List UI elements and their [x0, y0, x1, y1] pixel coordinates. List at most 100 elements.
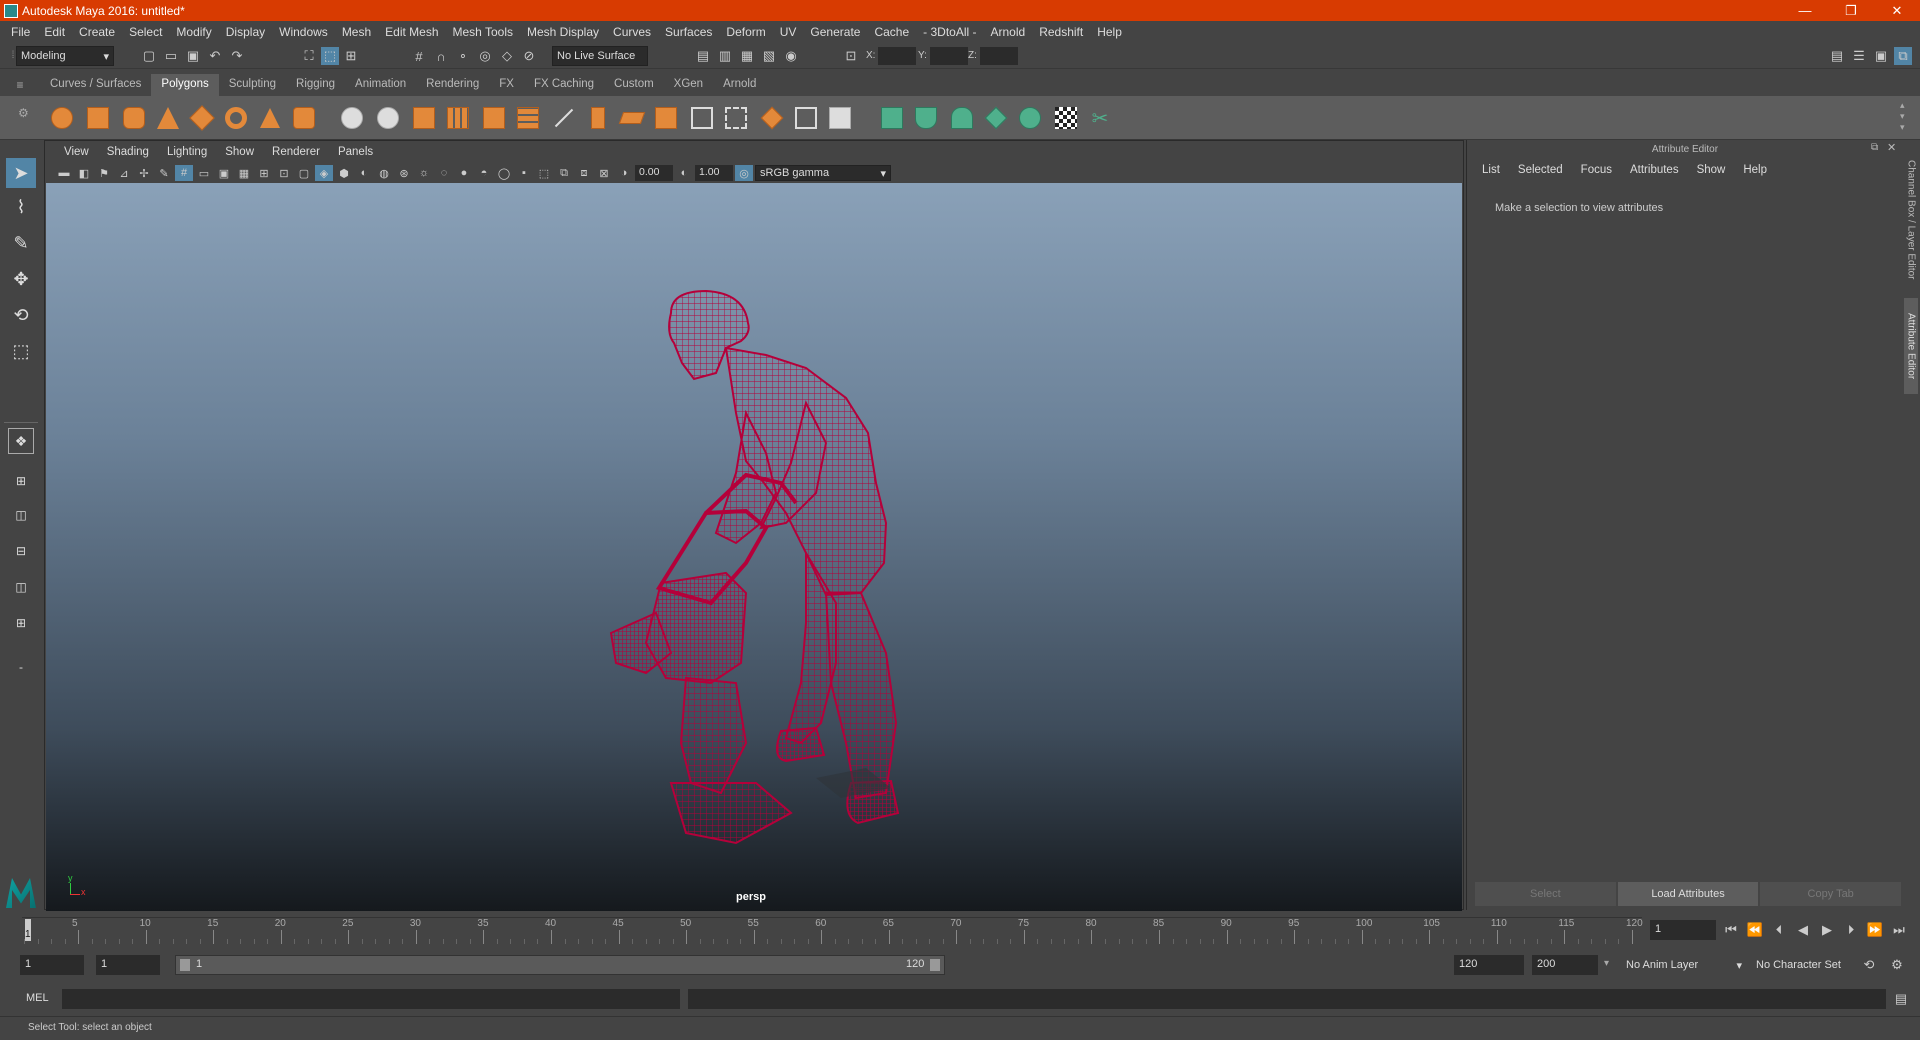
xray-icon[interactable]: ⊛ [395, 165, 413, 181]
menu-select[interactable]: Select [122, 25, 169, 39]
vp-menu-panels[interactable]: Panels [329, 146, 382, 158]
poly-pyramid-icon[interactable] [256, 104, 284, 132]
undo-icon[interactable]: ↶ [206, 47, 224, 65]
close-panel-icon[interactable]: ✕ [1887, 141, 1896, 154]
maximize-button[interactable]: ❐ [1828, 3, 1874, 19]
render-view-icon[interactable]: ▤ [694, 47, 712, 65]
select-hierarchy-icon[interactable]: ⛶ [300, 47, 318, 65]
open-scene-icon[interactable]: ▭ [162, 47, 180, 65]
gate-mask-icon[interactable]: ▦ [235, 165, 253, 181]
channel-box-icon[interactable]: ☰ [1850, 47, 1868, 65]
motion-blur-icon[interactable]: ◓ [475, 165, 493, 181]
safe-title-icon[interactable]: ▢ [295, 165, 313, 181]
shelf-tab-animation[interactable]: Animation [345, 74, 416, 96]
render-settings-icon[interactable]: ▧ [760, 47, 778, 65]
menu-uv[interactable]: UV [773, 25, 804, 39]
smooth-icon[interactable] [444, 104, 472, 132]
rotate-tool-icon[interactable]: ⟲ [6, 300, 36, 330]
y-field[interactable] [930, 47, 968, 65]
gamma-field[interactable]: 1.00 [695, 165, 733, 181]
poly-plane-icon[interactable] [188, 104, 216, 132]
camera-attributes-icon[interactable]: ◧ [75, 165, 93, 181]
color-management-icon[interactable]: ◎ [735, 165, 753, 181]
cylindrical-map-icon[interactable] [912, 104, 940, 132]
menu-create[interactable]: Create [72, 25, 122, 39]
fill-hole-icon[interactable] [652, 104, 680, 132]
poly-sphere-icon[interactable] [48, 104, 76, 132]
z-field[interactable] [980, 47, 1018, 65]
wireframe-on-shaded-icon[interactable]: ◍ [375, 165, 393, 181]
play-forward-icon[interactable]: ▶ [1818, 921, 1836, 939]
select-component-icon[interactable]: ⊞ [342, 47, 360, 65]
separate-icon[interactable] [374, 104, 402, 132]
smooth-shade-icon[interactable]: ⬢ [335, 165, 353, 181]
script-editor-icon[interactable]: ▤ [1892, 990, 1910, 1008]
menu-cache[interactable]: Cache [867, 25, 916, 39]
automatic-map-icon[interactable] [982, 104, 1010, 132]
four-view-layout-icon[interactable]: ⊞ [6, 466, 36, 496]
append-polygon-icon[interactable] [618, 104, 646, 132]
screen-space-ao-icon[interactable]: ● [455, 165, 473, 181]
exposure-icon[interactable]: ◑ [615, 165, 633, 181]
xray-active-icon[interactable]: ⧈ [575, 165, 593, 181]
render-current-icon[interactable]: ▥ [716, 47, 734, 65]
current-time-field[interactable]: 1 [1650, 920, 1716, 940]
layout-more-icon[interactable]: - [6, 652, 36, 682]
bookmark-icon[interactable]: ⚑ [95, 165, 113, 181]
poly-cylinder-icon[interactable] [120, 104, 148, 132]
ipr-render-icon[interactable]: ▦ [738, 47, 756, 65]
play-back-icon[interactable]: ◀ [1794, 921, 1812, 939]
go-to-start-icon[interactable]: ⏮ [1722, 921, 1740, 939]
shelf-tab-curves-surfaces[interactable]: Curves / Surfaces [40, 74, 151, 96]
save-scene-icon[interactable]: ▣ [184, 47, 202, 65]
transform-input-icon[interactable]: ⊡ [842, 47, 860, 65]
menu-mesh-display[interactable]: Mesh Display [520, 25, 606, 39]
menu-arnold[interactable]: Arnold [984, 25, 1033, 39]
combine-icon[interactable] [338, 104, 366, 132]
extrude-icon[interactable] [584, 104, 612, 132]
ae-load-attributes-button[interactable]: Load Attributes [1617, 882, 1759, 906]
lasso-tool-icon[interactable]: ⌇ [6, 192, 36, 222]
bevel-icon[interactable] [480, 104, 508, 132]
step-back-key-icon[interactable]: ⏪ [1746, 921, 1764, 939]
ae-menu-show[interactable]: Show [1688, 164, 1735, 176]
poly-pipe-icon[interactable] [290, 104, 318, 132]
close-button[interactable]: ✕ [1874, 3, 1920, 19]
target-weld-icon[interactable] [722, 104, 750, 132]
chevron-down-icon[interactable]: ▾ [1604, 958, 1609, 969]
poly-torus-icon[interactable] [222, 104, 250, 132]
anim-layer-dropdown[interactable]: No Anim Layer ▾ [1622, 955, 1746, 975]
wireframe-icon[interactable]: ◈ [315, 165, 333, 181]
character-set-dropdown[interactable]: No Character Set [1752, 955, 1868, 975]
cut-uv-icon[interactable]: ✂ [1086, 104, 1114, 132]
move-tool-icon[interactable]: ✥ [6, 264, 36, 294]
vp-menu-view[interactable]: View [55, 146, 98, 158]
3d-viewport[interactable]: y x persp [46, 183, 1462, 911]
time-slider-track[interactable]: 5 10 15 20 25 30 35 40 45 50 55 60 65 70 75 80 85 90 95 100… [22, 917, 1643, 944]
gamma-icon[interactable]: ◐ [675, 165, 693, 181]
vp-menu-shading[interactable]: Shading [98, 146, 158, 158]
collapse-icon[interactable] [758, 104, 786, 132]
range-slider[interactable]: 1 120 [175, 955, 945, 975]
film-gate-icon[interactable]: ▭ [195, 165, 213, 181]
scale-tool-icon[interactable]: ⬚ [6, 336, 36, 366]
shadows-icon[interactable]: ◌ [435, 165, 453, 181]
ae-menu-focus[interactable]: Focus [1572, 164, 1621, 176]
playback-end-field[interactable]: 120 [1454, 955, 1524, 975]
animation-start-field[interactable]: 1 [20, 955, 84, 975]
safe-action-icon[interactable]: ⊡ [275, 165, 293, 181]
menu-curves[interactable]: Curves [606, 25, 658, 39]
image-plane-icon[interactable]: ⊿ [115, 165, 133, 181]
range-start-handle[interactable] [180, 959, 190, 971]
persp-uv-layout-icon[interactable]: ⊞ [6, 608, 36, 638]
snap-view-icon[interactable]: ◎ [476, 47, 494, 65]
transfer-attributes-icon[interactable] [878, 104, 906, 132]
ae-select-button[interactable]: Select [1475, 882, 1616, 906]
shelf-tab-custom[interactable]: Custom [604, 74, 664, 96]
camera-pan-icon[interactable]: ⊠ [595, 165, 613, 181]
grid-icon[interactable]: # [175, 165, 193, 181]
snap-point-icon[interactable]: ∘ [454, 47, 472, 65]
animation-end-field[interactable]: 200 [1532, 955, 1598, 975]
grease-pencil-icon[interactable]: ✎ [155, 165, 173, 181]
range-end-handle[interactable] [930, 959, 940, 971]
